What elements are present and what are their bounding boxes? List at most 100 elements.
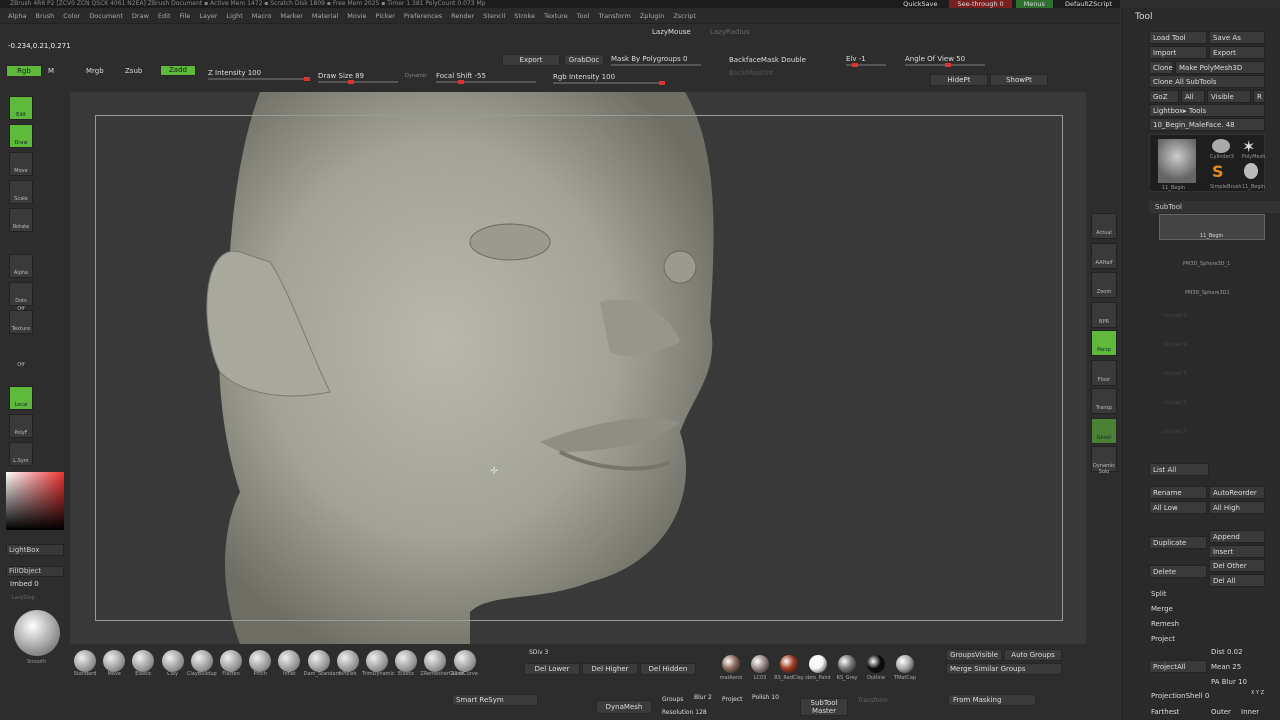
all-low-button[interactable]: All Low [1149,501,1207,514]
subtool-unused-5[interactable]: Unused 5 [1163,371,1187,377]
farthest-button[interactable]: Farthest [1151,708,1179,716]
edit-button[interactable]: Edit [9,96,33,120]
current-tool-slider[interactable]: 10_Begin_MaleFace. 48 [1149,118,1265,131]
material-6-icon[interactable] [896,655,914,673]
autoreorder-button[interactable]: AutoReorder [1209,486,1265,499]
z-intensity-track[interactable] [208,77,310,81]
project-section[interactable]: Project [1151,635,1175,643]
mrgb-toggle[interactable]: Mrgb [86,67,104,75]
draw-button[interactable]: Draw [9,124,33,148]
brush-13-icon[interactable] [453,650,476,672]
projectall-button[interactable]: ProjectAll [1149,660,1207,673]
mask-by-polygroups-track[interactable] [611,64,701,66]
menu-preferences[interactable]: Preferences [404,12,442,20]
smooth-brush-icon[interactable] [14,610,60,656]
lsym-button[interactable]: L.Sym [9,442,33,466]
transform-button[interactable]: Transform [858,697,888,704]
subtool-master-button[interactable]: SubTool Master [800,698,848,716]
menu-zplugin[interactable]: Zplugin [640,12,665,20]
polyf-button[interactable]: PolyF [9,414,33,438]
projection-shell-slider[interactable]: ProjectionShell 0 [1151,692,1209,700]
menu-tool[interactable]: Tool [577,12,590,20]
subtool-item-3[interactable]: PM3D_Sphere3D1 [1159,270,1265,298]
grabdoc-button[interactable]: GrabDoc [564,54,604,66]
menu-color[interactable]: Color [63,12,80,20]
rgb-toggle[interactable]: Rgb [6,65,42,76]
goz-button[interactable]: GoZ [1149,90,1179,103]
draw-size-track[interactable] [318,80,398,84]
brush-9-icon[interactable] [336,650,359,672]
brush-5-icon[interactable] [220,650,242,672]
project-toggle[interactable]: Project [722,696,743,703]
menu-document[interactable]: Document [89,12,123,20]
split-section[interactable]: Split [1151,590,1167,598]
auto-groups-button[interactable]: Auto Groups [1004,649,1062,661]
menu-render[interactable]: Render [451,12,474,20]
material-4-icon[interactable] [838,655,856,673]
default-zscript-button[interactable]: DefaultZScript [1057,0,1120,8]
delete-button[interactable]: Delete [1149,565,1207,578]
simplebrush-icon[interactable]: S [1212,162,1230,181]
persp-button[interactable]: Persp [1091,330,1117,356]
material-3-icon[interactable] [809,655,827,673]
lightbox-tools-button[interactable]: Lightbox▸ Tools [1149,104,1265,117]
mask-by-polygroups-slider[interactable]: Mask By Polygroups 0 [611,55,687,63]
actual-button[interactable]: Actual [1091,213,1117,239]
brush-4-icon[interactable] [190,650,213,672]
inner-button[interactable]: Inner [1241,708,1259,716]
blur-slider[interactable]: Blur 2 [694,694,712,701]
subtool-header[interactable]: SubTool [1149,201,1280,213]
goz-r-button[interactable]: R [1253,90,1265,103]
smart-resym-button[interactable]: Smart ReSym [452,694,538,706]
lightbox-button[interactable]: LightBox [6,544,64,556]
material-0-icon[interactable] [722,655,740,673]
menu-file[interactable]: File [180,12,191,20]
subtool-unused-4[interactable]: Unused 4 [1163,342,1187,348]
menu-brush[interactable]: Brush [35,12,54,20]
angle-of-view-handle[interactable] [945,63,951,67]
rgb-intensity-handle[interactable] [659,81,665,85]
goz-all-button[interactable]: All [1181,90,1205,103]
pa-blur-slider[interactable]: PA Blur 10 [1211,678,1247,686]
duplicate-button[interactable]: Duplicate [1149,536,1207,549]
imbed-slider[interactable]: Imbed 0 [10,580,39,588]
menu-texture[interactable]: Texture [544,12,568,20]
brush-3-icon[interactable] [161,650,184,672]
lazyradius-slider[interactable]: LazyRadius [710,28,749,36]
menu-marker[interactable]: Marker [280,12,302,20]
scale-button[interactable]: Scale [9,180,33,204]
elevation-handle[interactable] [852,63,858,67]
del-other-button[interactable]: Del Other [1209,559,1265,572]
dynamic-solo-button[interactable]: Dynamic Solo [1091,446,1117,475]
subtool-unused-6[interactable]: Unused 6 [1163,400,1187,406]
draw-size-slider[interactable]: Draw Size 89 [318,72,364,80]
showpt-button[interactable]: ShowPt [990,74,1048,86]
menu-light[interactable]: Light [227,12,243,20]
rgb-intensity-track[interactable] [553,81,665,85]
move-button[interactable]: Move [9,152,33,176]
xyz-toggle[interactable]: X Y Z [1251,690,1264,696]
lazystep-slider[interactable]: LazyStep [12,595,35,601]
del-hidden-button[interactable]: Del Hidden [640,663,696,675]
merge-section[interactable]: Merge [1151,605,1173,613]
draw-size-handle[interactable] [348,80,354,84]
subtool-unused-3[interactable]: Unused 3 [1163,313,1187,319]
bpr-button[interactable]: BPR [1091,302,1117,328]
rgb-intensity-slider[interactable]: Rgb Intensity 100 [553,73,615,81]
menu-zscript[interactable]: Zscript [673,12,696,20]
elevation-slider[interactable]: Elv -1 [846,55,866,63]
zsub-toggle[interactable]: Zsub [125,67,142,75]
ghost-button[interactable]: Ghost [1091,418,1117,444]
rotate-button[interactable]: Rotate [9,208,33,232]
from-masking-button[interactable]: From Masking [948,694,1036,706]
brush-0-icon[interactable] [74,650,96,672]
append-button[interactable]: Append [1209,530,1265,543]
focal-shift-handle[interactable] [458,80,464,84]
m-toggle[interactable]: M [48,67,54,75]
menu-draw[interactable]: Draw [132,12,149,20]
merge-similar-groups-button[interactable]: Merge Similar Groups [946,663,1062,675]
menu-layer[interactable]: Layer [199,12,217,20]
del-lower-button[interactable]: Del Lower [524,663,580,675]
material-1-icon[interactable] [751,655,769,673]
dynamesh-button[interactable]: DynaMesh [596,700,652,714]
